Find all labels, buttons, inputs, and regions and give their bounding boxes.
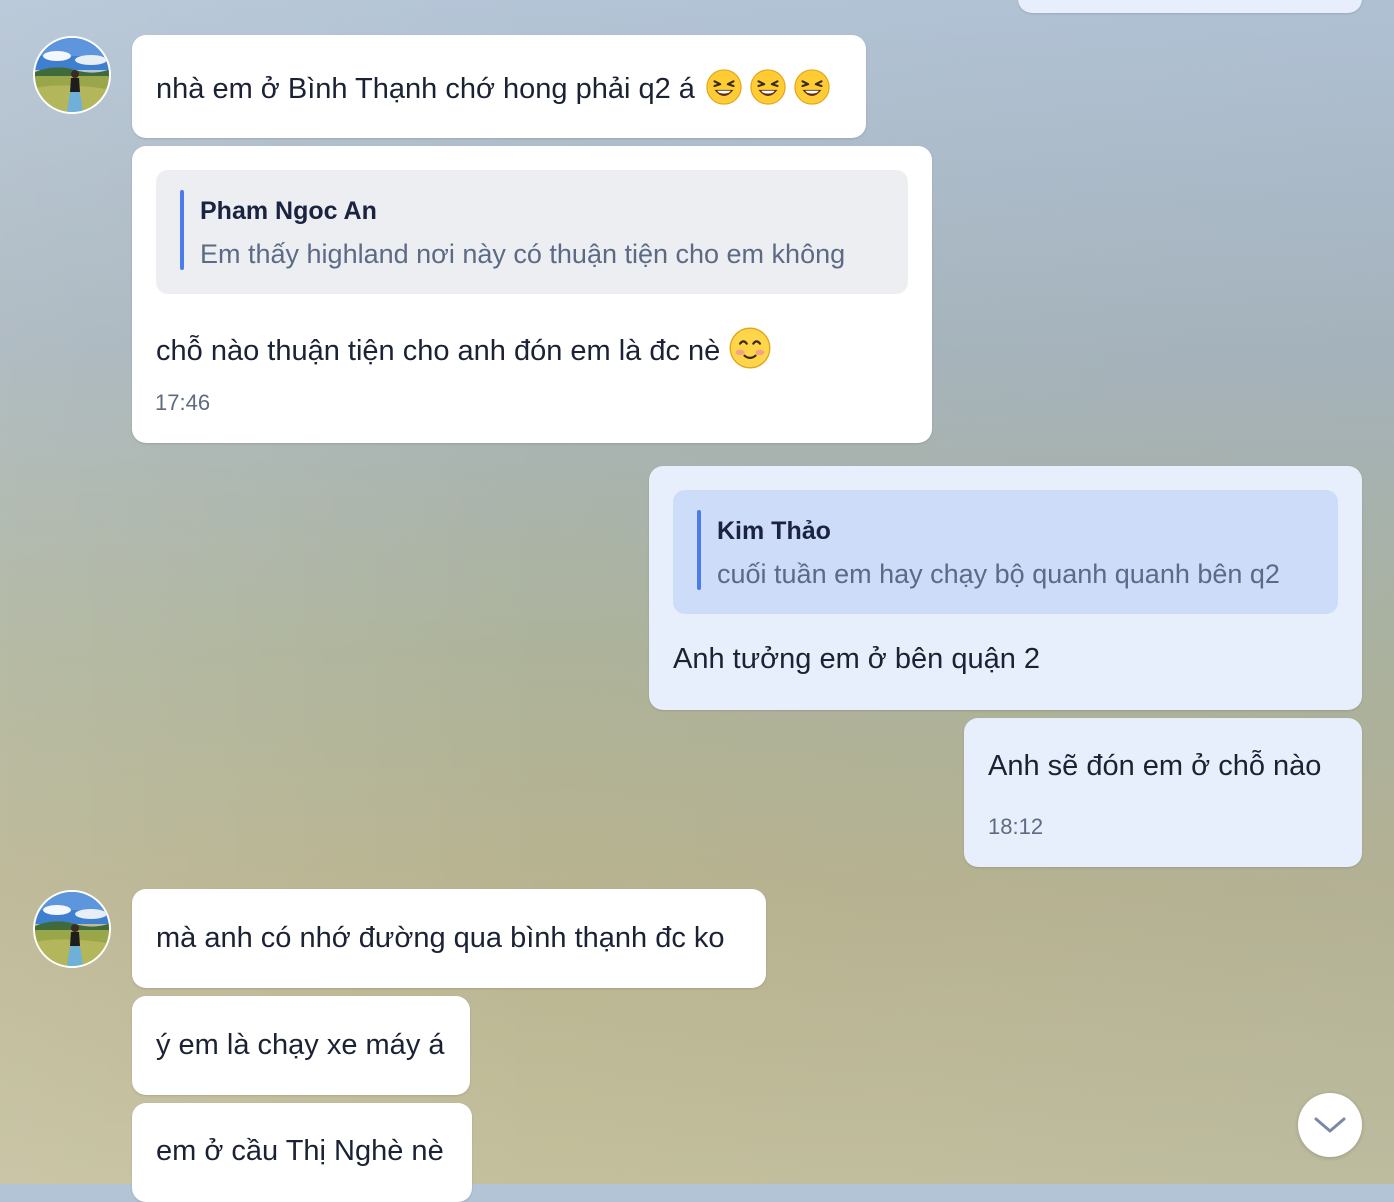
scroll-to-bottom-button[interactable] bbox=[1298, 1093, 1362, 1157]
avatar-photo bbox=[35, 892, 111, 968]
outgoing-message[interactable]: Anh sẽ đón em ở chỗ nào 18:12 bbox=[964, 718, 1362, 867]
quote-bar bbox=[697, 510, 701, 590]
message-text: chỗ nào thuận tiện cho anh đón em là đc … bbox=[156, 335, 721, 367]
incoming-message[interactable]: mà anh có nhớ đường qua bình thạnh đc ko bbox=[132, 889, 766, 988]
laughing-face-icon bbox=[750, 69, 786, 105]
laughing-face-icon bbox=[794, 69, 830, 105]
quoted-message[interactable]: Pham Ngoc An Em thấy highland nơi này có… bbox=[156, 170, 908, 294]
laughing-face-icon bbox=[706, 69, 742, 105]
message-text: em ở cầu Thị Nghè nè bbox=[156, 1135, 444, 1167]
contact-avatar[interactable] bbox=[33, 36, 111, 114]
incoming-message[interactable]: nhà em ở Bình Thạnh chớ hong phải q2 á bbox=[132, 35, 866, 138]
message-time: 17:46 bbox=[155, 390, 211, 415]
quote-sender-name: Kim Thảo bbox=[717, 517, 831, 545]
quoted-message[interactable]: Kim Thảo cuối tuần em hay chạy bộ quanh … bbox=[673, 490, 1338, 614]
quote-bar bbox=[180, 190, 184, 270]
chevron-down-icon bbox=[1314, 1117, 1346, 1133]
quote-text: Em thấy highland nơi này có thuận tiện c… bbox=[200, 239, 846, 269]
message-bubble-partial bbox=[1018, 0, 1362, 13]
smiling-blush-face-icon bbox=[729, 327, 771, 369]
incoming-message-reply[interactable]: Pham Ngoc An Em thấy highland nơi này có… bbox=[132, 146, 932, 443]
message-text: Anh sẽ đón em ở chỗ nào bbox=[988, 750, 1322, 782]
outgoing-message-reply[interactable]: Kim Thảo cuối tuần em hay chạy bộ quanh … bbox=[649, 466, 1362, 710]
avatar-photo bbox=[35, 38, 111, 114]
message-text: Anh tưởng em ở bên quận 2 bbox=[673, 643, 1041, 675]
message-time: 18:12 bbox=[988, 814, 1044, 839]
quote-text: cuối tuần em hay chạy bộ quanh quanh bên… bbox=[717, 559, 1280, 589]
quote-sender-name: Pham Ngoc An bbox=[200, 197, 377, 225]
message-text: ý em là chạy xe máy á bbox=[156, 1029, 445, 1061]
contact-avatar[interactable] bbox=[33, 890, 111, 968]
message-text: mà anh có nhớ đường qua bình thạnh đc ko bbox=[156, 922, 725, 954]
incoming-message[interactable]: ý em là chạy xe máy á bbox=[132, 996, 470, 1095]
message-text: nhà em ở Bình Thạnh chớ hong phải q2 á bbox=[156, 73, 695, 105]
incoming-message[interactable]: em ở cầu Thị Nghè nè bbox=[132, 1103, 472, 1202]
